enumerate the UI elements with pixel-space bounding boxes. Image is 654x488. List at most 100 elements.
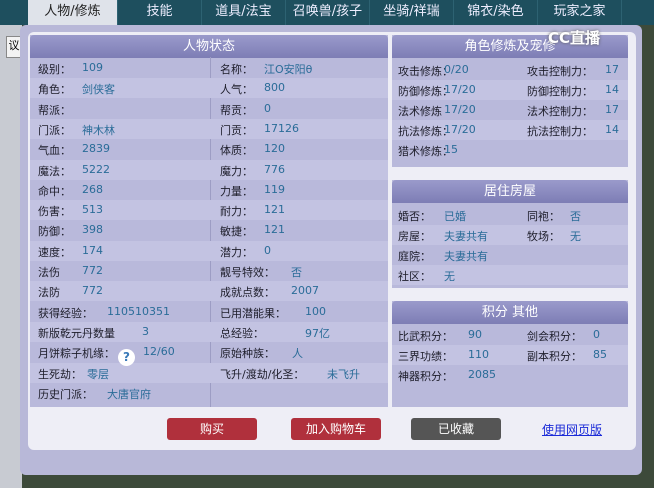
- stat-value: 17126: [264, 121, 299, 135]
- stat-value: 未飞升: [327, 367, 360, 381]
- stat-value: 772: [82, 284, 103, 298]
- stat-label: 名称：: [220, 63, 253, 76]
- stat-label: 社区：: [398, 270, 431, 283]
- stat-value: 85: [593, 348, 607, 361]
- stat-label: 原始种族：: [220, 347, 275, 361]
- stat-value: 人: [292, 347, 303, 361]
- stat-label: 帮派：: [38, 103, 71, 117]
- stat-label: 法伤: [38, 266, 60, 279]
- scores-header: 积分 其他: [392, 301, 628, 324]
- stat-value: 0: [264, 101, 271, 115]
- stat-label: 剑会积分：: [527, 330, 582, 343]
- tab-4[interactable]: 坐骑/祥瑞: [370, 0, 454, 25]
- stat-label: 魔力：: [220, 164, 253, 178]
- stat-label: 生死劫：: [38, 367, 82, 381]
- stat-value: 17/20: [444, 103, 476, 116]
- stat-value: 17/20: [444, 123, 476, 136]
- stat-value: 110510351: [107, 304, 170, 318]
- stat-value: 90: [468, 328, 482, 341]
- stat-label: 法防: [38, 286, 60, 300]
- stat-value: 772: [82, 264, 103, 277]
- stat-label: 耐力：: [220, 205, 253, 219]
- stat-label: 帮贡：: [220, 103, 253, 117]
- stat-label: 敏捷：: [220, 225, 253, 239]
- stat-label: 房屋：: [398, 230, 431, 243]
- stat-value: 0/20: [444, 63, 469, 76]
- stat-value: 97亿: [305, 326, 330, 340]
- cc-live-logo: CC直播: [548, 29, 601, 47]
- add-to-cart-button[interactable]: 加入购物车: [291, 418, 381, 440]
- stat-label: 潜力：: [220, 245, 253, 259]
- stat-value: 剑侠客: [82, 83, 115, 97]
- stat-value: 109: [82, 61, 103, 74]
- house-header: 居住房屋: [392, 180, 628, 203]
- stat-value: 121: [264, 203, 285, 217]
- stat-value: 江O安阳θ: [264, 63, 313, 76]
- buy-button[interactable]: 购买: [167, 418, 257, 440]
- tab-5[interactable]: 锦衣/染色: [454, 0, 538, 25]
- stat-value: 268: [82, 182, 103, 196]
- stat-value: 17: [605, 63, 619, 76]
- stat-label: 月饼粽子机缘：: [38, 347, 115, 361]
- stat-label: 成就点数：: [220, 286, 275, 300]
- stat-label: 法术控制力：: [527, 105, 593, 118]
- stat-label: 级别：: [38, 63, 71, 76]
- stat-value: 398: [82, 223, 103, 237]
- stat-label: 法术修炼: [398, 105, 442, 118]
- web-version-link[interactable]: 使用网页版: [542, 421, 602, 438]
- stat-value: 0: [264, 243, 271, 257]
- stat-label: 角色：: [38, 83, 71, 97]
- stat-label: 防御控制力：: [527, 85, 593, 98]
- stat-value: 119: [264, 182, 285, 196]
- stat-value: 513: [82, 203, 103, 217]
- stat-label: 牧场：: [527, 230, 560, 243]
- stat-value: 12/60: [143, 345, 175, 359]
- stat-label: 防御：: [38, 225, 71, 239]
- stat-value: 17/20: [444, 83, 476, 96]
- stat-value: 174: [82, 243, 103, 257]
- stat-value: 否: [291, 266, 302, 279]
- stat-value: 776: [264, 162, 285, 176]
- stat-label: 历史门派：: [38, 387, 93, 401]
- tab-3[interactable]: 召唤兽/孩子: [286, 0, 370, 25]
- tab-2[interactable]: 道具/法宝: [202, 0, 286, 25]
- stat-value: 120: [264, 142, 285, 156]
- stat-label: 伤害：: [38, 205, 71, 219]
- tab-6[interactable]: 玩家之家: [538, 0, 622, 25]
- help-icon[interactable]: ?: [118, 349, 135, 366]
- background-strip: [0, 25, 22, 488]
- stat-label: 副本积分：: [527, 350, 582, 363]
- tab-0[interactable]: 人物/修炼: [28, 0, 118, 25]
- stat-value: 否: [570, 210, 581, 223]
- stat-label: 门贡：: [220, 123, 253, 137]
- favorited-button[interactable]: 已收藏: [411, 418, 501, 440]
- stat-label: 神器积分：: [398, 370, 453, 383]
- stat-value: 14: [605, 83, 619, 96]
- tab-1[interactable]: 技能: [118, 0, 202, 25]
- stat-label: 体质：: [220, 144, 253, 158]
- stat-label: 比武积分：: [398, 330, 453, 343]
- stat-label: 已用潜能果：: [220, 306, 286, 320]
- stat-label: 飞升/渡劫/化圣：: [220, 367, 305, 381]
- stat-value: 夫妻共有: [444, 230, 488, 243]
- stat-label: 庭院：: [398, 250, 431, 263]
- top-tab-bar: 人物/修炼 技能 道具/法宝 召唤兽/孩子 坐骑/祥瑞 锦衣/染色 玩家之家: [0, 0, 654, 25]
- stat-value: 无: [570, 230, 581, 243]
- stat-value: 神木林: [82, 123, 115, 137]
- stat-value: 2085: [468, 368, 496, 381]
- stat-value: 夫妻共有: [444, 250, 488, 263]
- stat-label: 门派：: [38, 123, 71, 137]
- stat-value: 100: [305, 304, 326, 318]
- stat-value: 14: [605, 123, 619, 136]
- stat-label: 攻击控制力：: [527, 65, 593, 78]
- stat-value: 110: [468, 348, 489, 361]
- stat-label: 婚否：: [398, 210, 431, 223]
- stat-value: 0: [593, 328, 600, 341]
- stat-value: 零层: [87, 367, 109, 381]
- stat-label: 速度：: [38, 245, 71, 259]
- stat-label: 命中：: [38, 184, 71, 198]
- stat-label: 抗法控制力：: [527, 125, 593, 138]
- stat-row: [30, 99, 388, 119]
- stat-label: 新版乾元丹数量: [38, 326, 115, 340]
- stat-label: 人气：: [220, 83, 253, 97]
